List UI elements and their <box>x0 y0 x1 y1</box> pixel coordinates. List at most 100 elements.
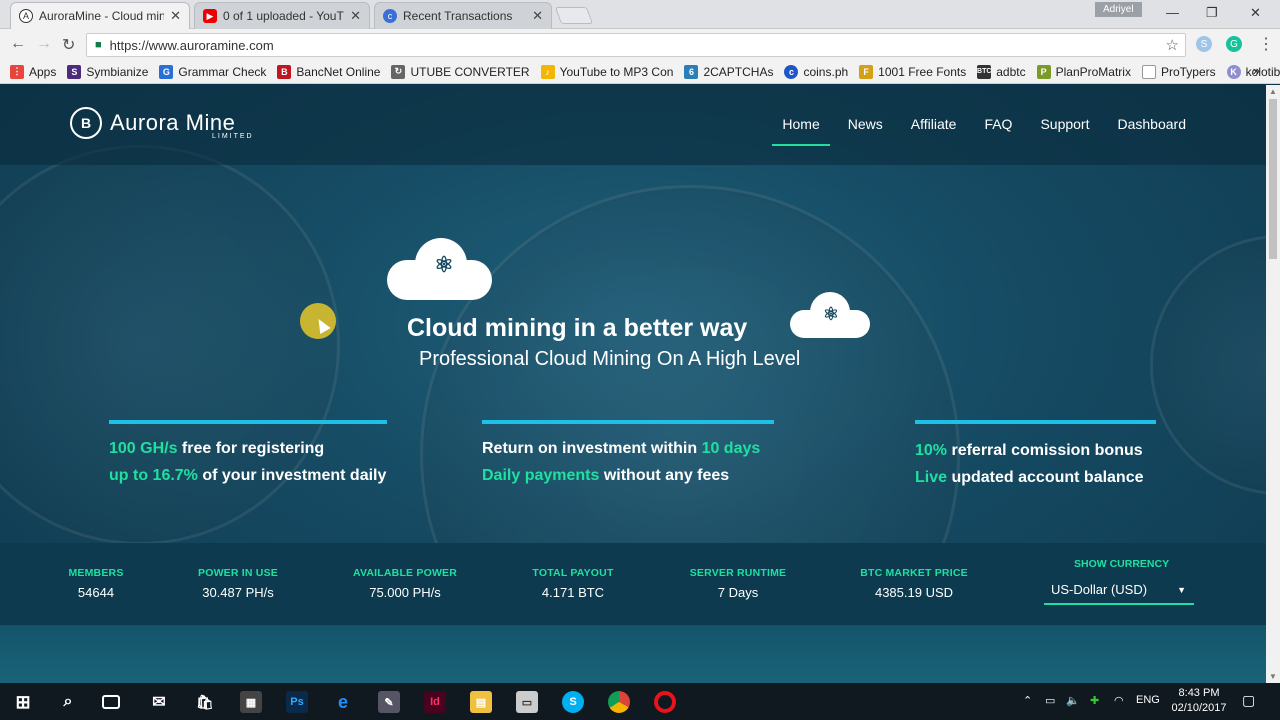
stat-available-power: AVAILABLE POWER 75.000 PH/s <box>352 567 458 600</box>
windows-start-icon[interactable]: ⊞ <box>12 691 34 713</box>
system-clock[interactable]: 8:43 PM 02/10/2017 <box>1166 686 1232 716</box>
feature-registration: 100 GH/s free for registering up to 16.7… <box>109 420 387 489</box>
back-icon[interactable]: ← <box>10 35 26 53</box>
bookmarks-overflow-icon[interactable]: » <box>1253 63 1260 78</box>
currency-select[interactable]: US-Dollar (USD) ▼ <box>1044 579 1194 605</box>
bookmark-coins-ph[interactable]: c coins.ph <box>784 64 848 79</box>
bookmark-bancnet[interactable]: B BancNet Online <box>277 64 380 79</box>
nav-support[interactable]: Support <box>1040 116 1089 142</box>
stat-members: MEMBERS 54644 <box>68 567 124 600</box>
language-indicator[interactable]: ENG <box>1136 694 1160 706</box>
close-tab-icon[interactable]: ✕ <box>350 8 361 24</box>
tab-title: Recent Transactions <box>403 9 513 23</box>
next-section-background <box>0 625 1266 683</box>
minimize-icon[interactable]: — <box>1166 5 1179 20</box>
site-logo[interactable]: B Aurora Mine LIMITED <box>70 107 252 140</box>
app-icon[interactable]: ✎ <box>378 691 400 713</box>
tab-youtube-upload[interactable]: ▶ 0 of 1 uploaded - YouTu ✕ <box>194 2 370 29</box>
feature-roi: Return on investment within 10 days Dail… <box>482 420 774 489</box>
edge-icon[interactable]: e <box>332 691 354 713</box>
nav-affiliate[interactable]: Affiliate <box>911 116 957 142</box>
bookmark-star-icon[interactable]: ☆ <box>1166 36 1179 54</box>
nav-dashboard[interactable]: Dashboard <box>1118 116 1187 142</box>
captcha-icon: 6 <box>684 64 699 79</box>
new-tab-button[interactable] <box>554 7 594 24</box>
webpage: B Aurora Mine LIMITED Home News Affiliat… <box>0 85 1266 683</box>
bookmark-free-fonts[interactable]: F 1001 Free Fonts <box>859 64 966 79</box>
bookmark-utube-converter[interactable]: ↻ UTUBE CONVERTER <box>391 64 530 79</box>
indesign-icon[interactable]: Id <box>424 691 446 713</box>
feature-referral: 10% referral comission bonus Live update… <box>915 420 1156 491</box>
aurora-favicon-icon: A <box>19 9 33 23</box>
bookmark-symbianize[interactable]: S Symbianize <box>67 64 148 79</box>
forward-icon[interactable]: → <box>36 35 52 53</box>
bancnet-icon: B <box>277 64 292 79</box>
converter-icon: ↻ <box>391 64 406 79</box>
menu-kebab-icon[interactable]: ⋮ <box>1258 34 1274 54</box>
nav-home[interactable]: Home <box>772 116 831 146</box>
grammarly-extension-icon[interactable]: G <box>1226 36 1242 52</box>
battery-icon[interactable]: ▭ <box>1045 694 1055 707</box>
search-icon[interactable]: ⌕ <box>57 691 79 713</box>
grammar-check-icon: G <box>159 64 174 79</box>
btc-icon: BTC <box>977 64 991 79</box>
calculator-icon[interactable]: ▦ <box>240 691 262 713</box>
bookmark-adbtc[interactable]: BTC adbtc <box>977 64 1026 79</box>
fonts-icon: F <box>859 64 874 79</box>
chrome-icon[interactable] <box>608 691 630 713</box>
address-bar[interactable]: ■ https://www.auroramine.com ☆ <box>86 33 1186 57</box>
scroll-up-icon[interactable]: ▲ <box>1269 87 1277 96</box>
tab-auroramine[interactable]: A AuroraMine - Cloud mini ✕ <box>10 2 190 29</box>
scroll-down-icon[interactable]: ▼ <box>1269 672 1277 681</box>
currency-value: US-Dollar (USD) <box>1051 582 1148 597</box>
close-tab-icon[interactable]: ✕ <box>532 8 543 24</box>
profile-badge[interactable]: Adriyel <box>1095 2 1142 17</box>
notepad-icon[interactable]: ▭ <box>516 691 538 713</box>
tab-title: AuroraMine - Cloud mini <box>39 9 165 23</box>
wifi-icon[interactable]: ◠ <box>1114 694 1124 707</box>
feature-divider <box>109 420 387 424</box>
coins-icon: c <box>784 64 799 79</box>
notifications-icon[interactable]: ▢ <box>1242 692 1255 709</box>
skype-extension-icon[interactable]: S <box>1196 36 1212 52</box>
nav-news[interactable]: News <box>848 116 883 142</box>
youtube-favicon-icon: ▶ <box>203 9 217 23</box>
currency-label: SHOW CURRENCY <box>1074 558 1170 570</box>
bookmark-grammar-check[interactable]: G Grammar Check <box>159 64 266 79</box>
file-explorer-icon[interactable]: ▤ <box>470 691 492 713</box>
tray-expand-icon[interactable]: ⌃ <box>1023 694 1032 707</box>
bookmark-apps[interactable]: ⋮ Apps <box>10 64 56 79</box>
restore-icon[interactable]: ❐ <box>1206 5 1218 21</box>
photoshop-icon[interactable]: Ps <box>286 691 308 713</box>
bitcoin-cloud-icon: ⚛ <box>790 292 870 338</box>
reload-icon[interactable]: ↻ <box>62 35 75 55</box>
kolotibablo-icon: K <box>1226 64 1241 79</box>
site-header: B Aurora Mine LIMITED Home News Affiliat… <box>0 85 1266 165</box>
scrollbar-thumb[interactable] <box>1269 99 1277 259</box>
volume-icon[interactable]: 🔈 <box>1066 694 1080 707</box>
mp3-icon: ♪ <box>540 64 555 79</box>
browser-toolbar: ← → ↻ ■ https://www.auroramine.com ☆ S G… <box>0 29 1280 60</box>
symbianize-icon: S <box>67 64 82 79</box>
bookmark-protypers[interactable]: ProTypers <box>1141 64 1216 79</box>
hero-title: Cloud mining in a better way <box>407 314 748 342</box>
bookmark-youtube-mp3[interactable]: ♪ YouTube to MP3 Con <box>540 64 673 79</box>
lock-icon: ■ <box>95 39 102 51</box>
task-view-icon[interactable] <box>102 695 120 709</box>
store-icon[interactable]: 🛍 <box>194 691 216 713</box>
aurora-logo-icon: B <box>70 107 102 139</box>
stats-bar: MEMBERS 54644 POWER IN USE 30.487 PH/s A… <box>0 543 1266 625</box>
close-tab-icon[interactable]: ✕ <box>170 8 181 24</box>
page-scrollbar[interactable]: ▲ ▼ <box>1266 85 1280 683</box>
bookmark-2captchas[interactable]: 6 2CAPTCHAs <box>684 64 773 79</box>
stat-server-runtime: SERVER RUNTIME 7 Days <box>689 567 787 600</box>
app-tray-icon[interactable]: ✚ <box>1090 694 1099 707</box>
close-window-icon[interactable]: ✕ <box>1250 5 1261 21</box>
planpro-icon: P <box>1036 64 1051 79</box>
opera-icon[interactable] <box>654 691 676 713</box>
nav-faq[interactable]: FAQ <box>984 116 1012 142</box>
mail-icon[interactable]: ✉ <box>148 691 170 713</box>
tab-recent-transactions[interactable]: c Recent Transactions ✕ <box>374 2 552 29</box>
skype-icon[interactable]: S <box>562 691 584 713</box>
bookmark-planpromatrix[interactable]: P PlanProMatrix <box>1036 64 1131 79</box>
